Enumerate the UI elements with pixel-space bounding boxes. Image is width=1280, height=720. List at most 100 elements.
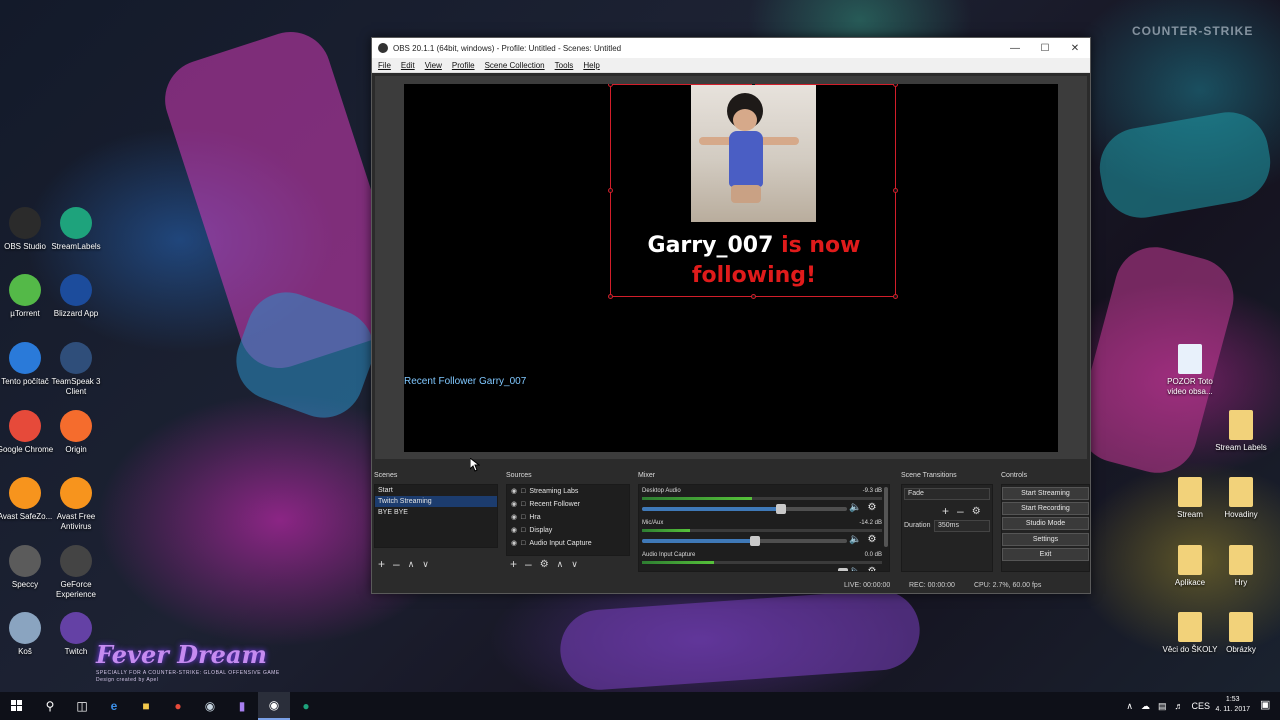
visibility-eye-icon[interactable]: ◉ bbox=[511, 498, 517, 511]
remove-source-icon[interactable]: – bbox=[525, 557, 532, 571]
desktop-icon[interactable]: StreamLabels bbox=[46, 207, 106, 252]
notification-center-icon[interactable]: ▣ bbox=[1260, 698, 1274, 712]
lock-icon[interactable]: □ bbox=[521, 524, 525, 537]
channel-gear-icon[interactable]: ⚙ bbox=[867, 534, 876, 545]
channel-gear-icon[interactable]: ⚙ bbox=[867, 502, 876, 513]
scene-item[interactable]: Twitch Streaming bbox=[375, 496, 497, 507]
desktop-icon[interactable]: TeamSpeak 3 Client bbox=[46, 342, 106, 397]
scene-item[interactable]: BYE BYE bbox=[375, 507, 497, 518]
source-item[interactable]: ◉ □ Hra bbox=[507, 511, 629, 524]
steam-icon[interactable]: ◉ bbox=[194, 692, 226, 720]
language-indicator[interactable]: CES bbox=[1191, 701, 1210, 711]
volume-slider[interactable] bbox=[642, 536, 847, 546]
scene-item[interactable]: Start bbox=[375, 485, 497, 496]
title-bar[interactable]: OBS 20.1.1 (64bit, windows) - Profile: U… bbox=[372, 38, 1090, 58]
volume-icon[interactable]: ♬ bbox=[1174, 701, 1183, 711]
close-button[interactable]: ✕ bbox=[1060, 38, 1090, 58]
desktop-icon[interactable]: POZOR Toto video obsa... bbox=[1160, 344, 1220, 397]
network-icon[interactable]: ▤ bbox=[1158, 701, 1167, 712]
lock-icon[interactable]: □ bbox=[521, 485, 525, 498]
start-windows-icon[interactable] bbox=[0, 692, 34, 720]
menu-file[interactable]: File bbox=[373, 61, 396, 70]
resize-handle[interactable] bbox=[893, 294, 898, 299]
lock-icon[interactable]: □ bbox=[521, 511, 525, 524]
desktop-icon[interactable]: GeForce Experience bbox=[46, 545, 106, 600]
volume-knob[interactable] bbox=[776, 504, 787, 514]
obs-taskbar-icon[interactable]: ◉ bbox=[258, 692, 290, 720]
visibility-eye-icon[interactable]: ◉ bbox=[511, 524, 517, 537]
menu-edit[interactable]: Edit bbox=[396, 61, 420, 70]
move-up-icon[interactable]: ∧ bbox=[557, 559, 564, 570]
menu-tools[interactable]: Tools bbox=[550, 61, 579, 70]
desktop-icon[interactable]: Origin bbox=[46, 410, 106, 455]
settings-button[interactable]: Settings bbox=[1002, 533, 1089, 546]
tray-cloud-icon[interactable]: ☁ bbox=[1141, 701, 1150, 712]
source-item[interactable]: ◉ □ Recent Follower bbox=[507, 498, 629, 511]
lock-icon[interactable]: □ bbox=[521, 498, 525, 511]
minimize-button[interactable]: — bbox=[1000, 38, 1030, 58]
resize-handle[interactable] bbox=[893, 188, 898, 193]
channel-gear-icon[interactable]: ⚙ bbox=[867, 566, 876, 571]
add-scene-icon[interactable]: + bbox=[378, 557, 385, 571]
chrome-icon[interactable]: ● bbox=[162, 692, 194, 720]
twitch-icon[interactable]: ▮ bbox=[226, 692, 258, 720]
tray-chevron-up-icon[interactable]: ∧ bbox=[1126, 701, 1133, 712]
maximize-button[interactable]: ☐ bbox=[1030, 38, 1060, 58]
visibility-eye-icon[interactable]: ◉ bbox=[511, 511, 517, 524]
volume-knob[interactable] bbox=[749, 536, 760, 546]
desktop-icon[interactable]: Stream Labels bbox=[1211, 410, 1271, 453]
resize-handle[interactable] bbox=[751, 294, 756, 299]
desktop-icon[interactable]: Avast Free Antivirus bbox=[46, 477, 106, 532]
selected-source-bounds[interactable]: Garry_007 is now following! bbox=[608, 84, 898, 299]
source-item[interactable]: ◉ □ Streaming Labs bbox=[507, 485, 629, 498]
transition-select[interactable]: Fade bbox=[904, 488, 990, 500]
visibility-eye-icon[interactable]: ◉ bbox=[511, 485, 517, 498]
exit-button[interactable]: Exit bbox=[1002, 548, 1089, 561]
task-view-icon[interactable]: ◫ bbox=[66, 692, 98, 720]
add-transition-icon[interactable]: + bbox=[942, 504, 949, 518]
volume-knob[interactable] bbox=[837, 568, 848, 571]
desktop-icon[interactable]: Hovadiny bbox=[1211, 477, 1271, 520]
resize-handle[interactable] bbox=[893, 84, 898, 87]
menu-help[interactable]: Help bbox=[578, 61, 604, 70]
wallpaper-subtitle: SPECIALLY FOR A COUNTER-STRIKE: GLOBAL O… bbox=[96, 670, 280, 676]
menu-profile[interactable]: Profile bbox=[447, 61, 480, 70]
desktop-icon[interactable]: Hry bbox=[1211, 545, 1271, 588]
resize-handle[interactable] bbox=[608, 84, 613, 87]
move-down-icon[interactable]: ∨ bbox=[571, 559, 578, 570]
file-explorer-icon[interactable]: ■ bbox=[130, 692, 162, 720]
speaker-icon[interactable]: 🔈 bbox=[849, 534, 861, 545]
preview-canvas[interactable]: Garry_007 is now following! Recent Follo… bbox=[404, 84, 1058, 452]
start-recording-button[interactable]: Start Recording bbox=[1002, 502, 1089, 515]
desktop-icon[interactable]: Obrázky bbox=[1211, 612, 1271, 655]
transition-gear-icon[interactable]: ⚙ bbox=[972, 506, 981, 517]
controls-dock-title: Controls bbox=[1001, 472, 1028, 479]
visibility-eye-icon[interactable]: ◉ bbox=[511, 537, 517, 550]
add-source-icon[interactable]: + bbox=[510, 557, 517, 571]
studio-mode-button[interactable]: Studio Mode bbox=[1002, 517, 1089, 530]
menu-view[interactable]: View bbox=[420, 61, 447, 70]
desktop-icon[interactable]: Blizzard App bbox=[46, 274, 106, 319]
speaker-icon[interactable]: 🔈 bbox=[849, 566, 861, 571]
volume-slider[interactable] bbox=[642, 504, 847, 514]
source-item[interactable]: ◉ □ Audio Input Capture bbox=[507, 537, 629, 550]
edge-icon[interactable]: e bbox=[98, 692, 130, 720]
source-properties-gear-icon[interactable]: ⚙ bbox=[540, 559, 549, 570]
source-item[interactable]: ◉ □ Display bbox=[507, 524, 629, 537]
mixer-scrollbar[interactable] bbox=[884, 487, 888, 547]
volume-slider[interactable] bbox=[837, 568, 848, 571]
menu-scene-collection[interactable]: Scene Collection bbox=[480, 61, 550, 70]
move-up-icon[interactable]: ∧ bbox=[408, 559, 415, 570]
streamlabels-taskbar-icon[interactable]: ● bbox=[290, 692, 322, 720]
clock[interactable]: 1:53 4. 11. 2017 bbox=[1215, 695, 1250, 715]
start-streaming-button[interactable]: Start Streaming bbox=[1002, 487, 1089, 500]
remove-scene-icon[interactable]: – bbox=[393, 557, 400, 571]
resize-handle[interactable] bbox=[608, 188, 613, 193]
duration-spinbox[interactable]: 350ms bbox=[934, 520, 990, 532]
speaker-icon[interactable]: 🔈 bbox=[849, 502, 861, 513]
search-icon[interactable]: ⚲ bbox=[34, 692, 66, 720]
resize-handle[interactable] bbox=[608, 294, 613, 299]
lock-icon[interactable]: □ bbox=[521, 537, 525, 550]
move-down-icon[interactable]: ∨ bbox=[422, 559, 429, 570]
remove-transition-icon[interactable]: – bbox=[957, 504, 964, 518]
